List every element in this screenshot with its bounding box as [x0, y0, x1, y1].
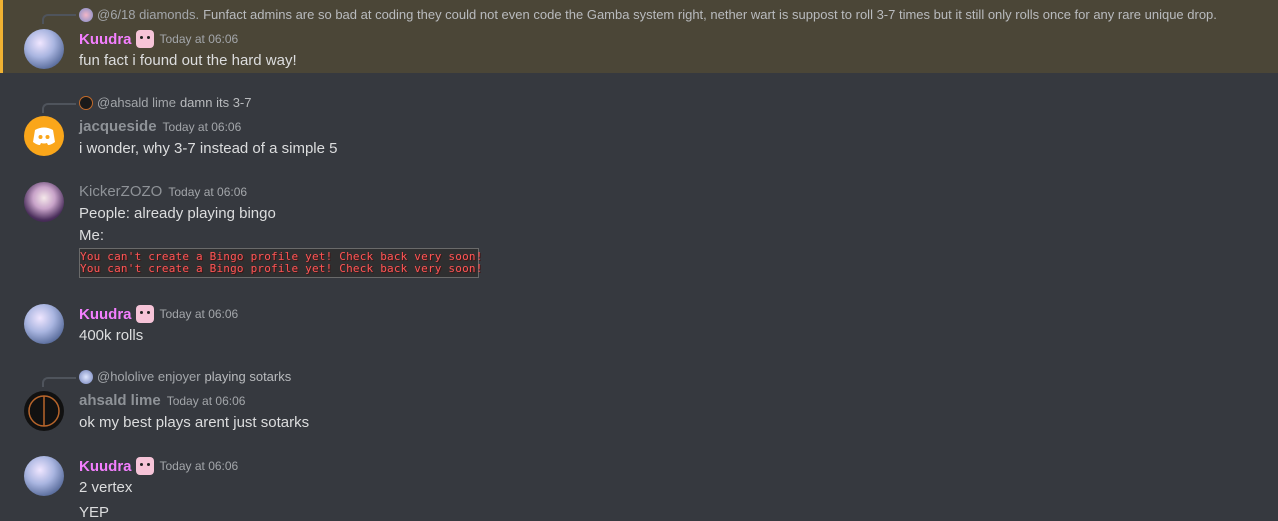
timestamp[interactable]: Today at 06:06 — [168, 185, 247, 199]
discord-logo-avatar[interactable] — [24, 116, 64, 156]
timestamp[interactable]: Today at 06:06 — [160, 459, 239, 473]
discord-logo-icon — [33, 127, 55, 145]
author-name[interactable]: KickerZOZO — [79, 183, 162, 200]
reply-preview[interactable]: @6/18 diamonds. Funfact admins are so ba… — [79, 7, 1217, 22]
image-attachment[interactable]: You can't create a Bingo profile yet! Ch… — [79, 248, 483, 278]
timestamp[interactable]: Today at 06:06 — [167, 394, 246, 408]
reply-spine — [42, 14, 76, 24]
message-text: 400k rolls — [79, 327, 144, 344]
cow-emoji-icon — [135, 457, 154, 475]
message-text: 2 vertex — [79, 479, 133, 496]
author-name[interactable]: Kuudra — [79, 458, 132, 475]
ring-logo-icon — [28, 395, 60, 427]
avatar[interactable] — [24, 456, 64, 496]
message-header: jacqueside Today at 06:06 — [79, 118, 241, 135]
message-header: KickerZOZO Today at 06:06 — [79, 183, 247, 200]
author-name[interactable]: Kuudra — [79, 306, 132, 323]
timestamp[interactable]: Today at 06:06 — [160, 32, 239, 46]
reply-text: Funfact admins are so bad at coding they… — [203, 7, 1217, 22]
author-name[interactable]: Kuudra — [79, 31, 132, 48]
attachment-text: You can't create a Bingo profile yet! Ch… — [80, 262, 483, 275]
avatar[interactable] — [24, 182, 64, 222]
reply-avatar — [79, 369, 93, 384]
reply-author[interactable]: @hololive enjoyer — [97, 369, 201, 384]
message-text: People: already playing bingo — [79, 205, 276, 222]
reply-avatar — [79, 95, 93, 110]
avatar[interactable] — [24, 304, 64, 344]
message-text: ok my best plays arent just sotarks — [79, 414, 310, 431]
author-name[interactable]: jacqueside — [79, 118, 157, 135]
timestamp[interactable]: Today at 06:06 — [160, 307, 239, 321]
avatar[interactable] — [24, 391, 64, 431]
author-name[interactable]: ahsald lime — [79, 392, 161, 409]
message-text: YEP — [79, 504, 110, 521]
reply-avatar — [79, 7, 93, 22]
message-header: ahsald lime Today at 06:06 — [79, 392, 245, 409]
message-text: Me: — [79, 227, 105, 244]
cow-emoji-icon — [135, 30, 154, 48]
reply-text: playing sotarks — [204, 369, 292, 384]
reply-preview[interactable]: @ahsald lime damn its 3-7 — [79, 95, 252, 110]
reply-preview[interactable]: @hololive enjoyer playing sotarks — [79, 369, 291, 384]
timestamp[interactable]: Today at 06:06 — [163, 120, 242, 134]
reply-spine — [42, 103, 76, 113]
reply-text: damn its 3-7 — [179, 95, 252, 110]
avatar[interactable] — [24, 29, 64, 69]
message-header: Kuudra Today at 06:06 — [79, 30, 238, 48]
reply-author[interactable]: @ahsald lime — [97, 95, 176, 110]
message-header: Kuudra Today at 06:06 — [79, 457, 238, 475]
cow-emoji-icon — [135, 305, 154, 323]
message-text: fun fact i found out the hard way! — [79, 52, 297, 69]
reply-spine — [42, 377, 76, 387]
message-text: i wonder, why 3-7 instead of a simple 5 — [79, 140, 338, 157]
message-header: Kuudra Today at 06:06 — [79, 305, 238, 323]
reply-author[interactable]: @6/18 diamonds. — [97, 7, 199, 22]
